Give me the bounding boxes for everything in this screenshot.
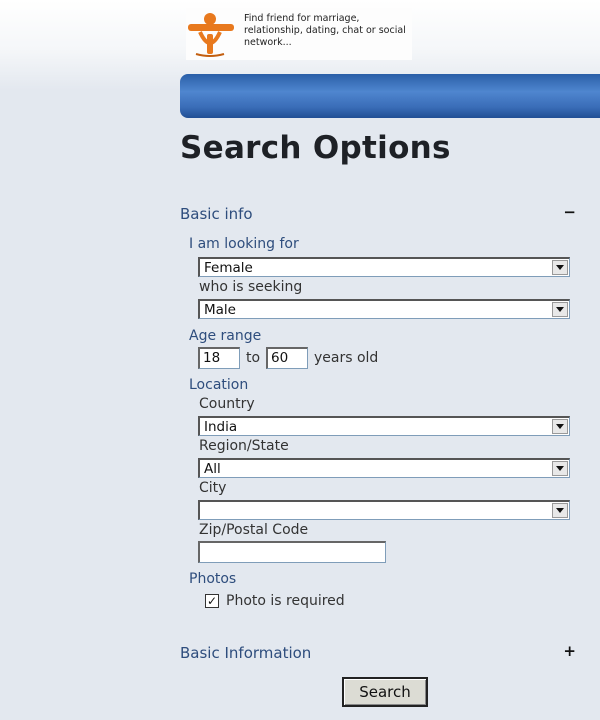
age-to-input[interactable]: 60 xyxy=(266,347,308,369)
age-suffix: years old xyxy=(314,350,379,366)
logo-figure-icon xyxy=(188,13,234,57)
chevron-down-icon[interactable] xyxy=(552,503,568,518)
logo-tagline: Find friend for marriage, relationship, … xyxy=(244,13,406,48)
basic-info-label: Basic info xyxy=(180,205,253,223)
zip-input[interactable] xyxy=(198,541,386,563)
looking-for-label: I am looking for xyxy=(189,236,299,252)
chevron-down-icon[interactable] xyxy=(552,419,568,434)
city-label: City xyxy=(199,480,227,496)
zip-label: Zip/Postal Code xyxy=(199,522,309,538)
photo-required-checkbox[interactable]: ✓ xyxy=(205,594,219,608)
seeking-value: Male xyxy=(204,302,236,318)
region-label: Region/State xyxy=(199,438,289,454)
collapse-toggle[interactable]: − xyxy=(563,203,576,221)
looking-for-value: Female xyxy=(204,260,253,276)
country-value: India xyxy=(204,419,238,435)
region-value: All xyxy=(204,461,221,477)
page-title: Search Options xyxy=(180,130,451,166)
navigation-bar xyxy=(180,74,600,118)
looking-for-select[interactable]: Female xyxy=(198,257,570,277)
chevron-down-icon[interactable] xyxy=(552,461,568,476)
search-button[interactable]: Search xyxy=(342,677,428,707)
age-to-word: to xyxy=(246,350,261,366)
site-logo[interactable]: Find friend for marriage, relationship, … xyxy=(186,8,412,60)
location-label: Location xyxy=(189,377,249,393)
basic-info-section-header[interactable]: Basic info − xyxy=(180,203,580,227)
age-range-label: Age range xyxy=(189,328,262,344)
chevron-down-icon[interactable] xyxy=(552,260,568,275)
age-from-input[interactable]: 18 xyxy=(198,347,240,369)
expand-toggle[interactable]: + xyxy=(563,642,576,660)
chevron-down-icon[interactable] xyxy=(552,302,568,317)
city-select[interactable] xyxy=(198,500,570,520)
country-label: Country xyxy=(199,396,255,412)
photos-label: Photos xyxy=(189,571,237,587)
basic-information-label: Basic Information xyxy=(180,644,312,662)
photo-required-label[interactable]: Photo is required xyxy=(226,593,345,609)
seeking-select[interactable]: Male xyxy=(198,299,570,319)
basic-information-section-header[interactable]: Basic Information + xyxy=(180,642,580,666)
country-select[interactable]: India xyxy=(198,416,570,436)
seeking-label: who is seeking xyxy=(199,279,303,295)
region-select[interactable]: All xyxy=(198,458,570,478)
